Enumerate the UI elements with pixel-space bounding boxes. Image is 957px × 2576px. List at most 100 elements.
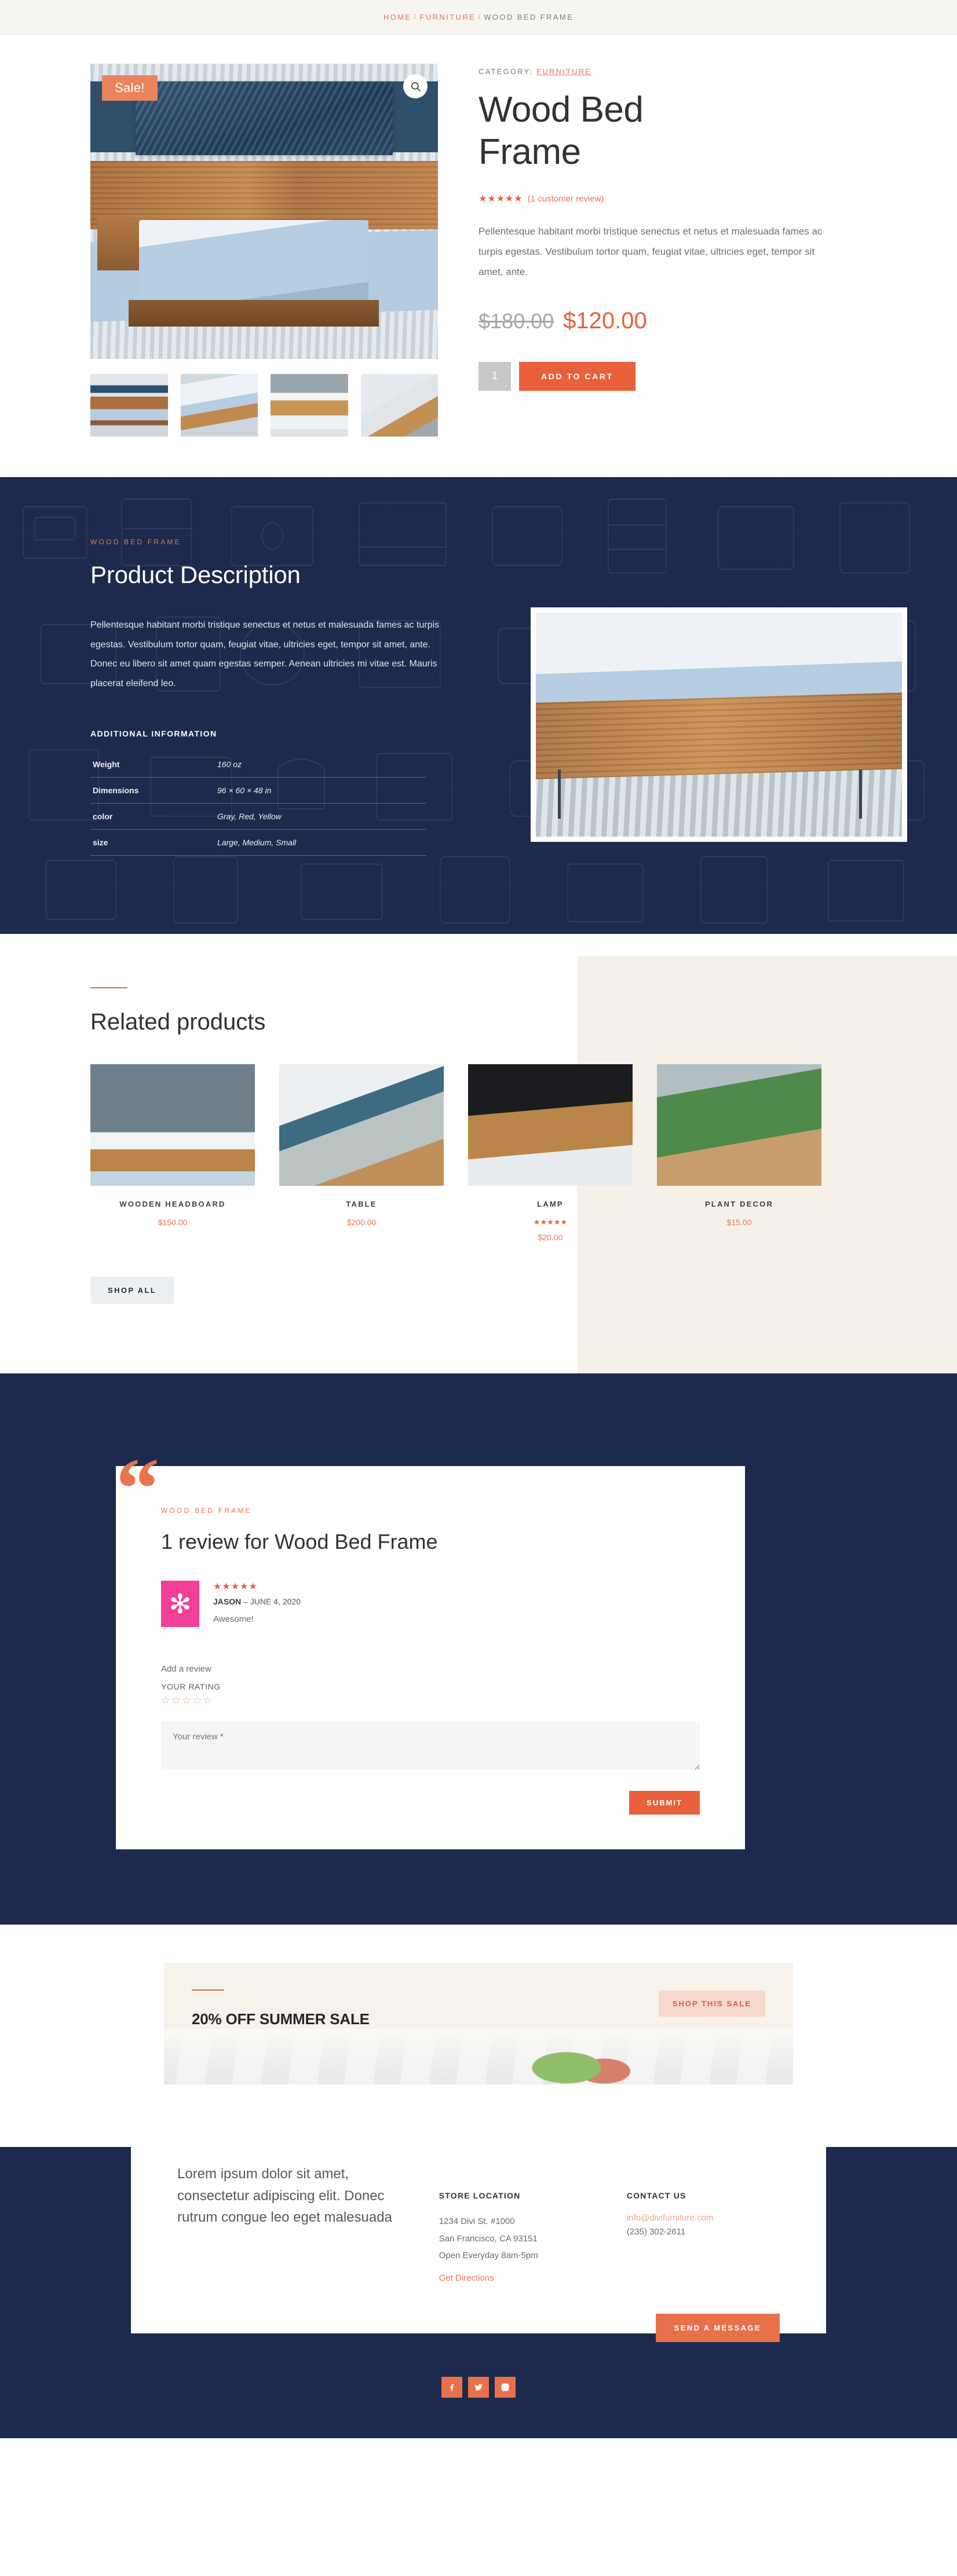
reviews-section: “ WOOD BED FRAME 1 review for Wood Bed F…	[0, 1373, 957, 1925]
table-row: color Gray, Red, Yellow	[90, 803, 426, 830]
breadcrumb-bar: HOME / FURNITURE / WOOD BED FRAME	[0, 0, 957, 35]
social-links-bar	[0, 2342, 957, 2439]
breadcrumb-home[interactable]: HOME	[383, 13, 412, 21]
list-item: ✻ ★★★★★ JASON – JUNE 4, 2020 Awesome!	[161, 1581, 700, 1628]
banner-rule	[192, 1989, 224, 1991]
breadcrumb-separator-1: /	[414, 13, 418, 21]
footer-card: Lorem ipsum dolor sit amet, consectetur …	[131, 2119, 826, 2334]
contact-us-heading: CONTACT US	[626, 2191, 686, 2201]
review-author: JASON	[213, 1597, 242, 1607]
product-gallery: Sale!	[90, 64, 438, 437]
price-sale: $120.00	[563, 307, 647, 334]
product-thumbnail[interactable]	[468, 1064, 633, 1186]
product-name: LAMP	[537, 1200, 564, 1209]
reviews-eyebrow: WOOD BED FRAME	[161, 1507, 252, 1515]
description-eyebrow: WOOD BED FRAME	[90, 538, 181, 546]
send-a-message-button[interactable]: SEND A MESSAGE	[655, 2314, 780, 2343]
bed-base-shape	[129, 300, 379, 327]
category-value[interactable]: FURNITURE	[536, 67, 591, 76]
product-price: $20.00	[538, 1233, 563, 1243]
thumbnail-2[interactable]	[180, 374, 258, 437]
product-thumbnail[interactable]	[657, 1064, 821, 1186]
product-price: $200.00	[346, 1218, 377, 1227]
magnifier-icon[interactable]	[403, 74, 428, 98]
list-item[interactable]: LAMP ★★★★★ $20.00	[468, 1064, 633, 1242]
product-thumbnail[interactable]	[90, 1064, 255, 1186]
bed-shape	[139, 220, 368, 312]
shop-all-button[interactable]: SHOP ALL	[90, 1277, 174, 1305]
list-item[interactable]: WOODEN HEADBOARD $150.00	[90, 1064, 255, 1242]
rating-star-picker[interactable]: ☆☆☆☆☆	[161, 1695, 700, 1706]
footer: Lorem ipsum dolor sit amet, consectetur …	[0, 2119, 957, 2439]
summer-sale-banner: 20% OFF SUMMER SALE SHOP THIS SALE	[164, 1963, 793, 2085]
product-short-description: Pellentesque habitant morbi tristique se…	[478, 226, 823, 277]
thumbnail-3[interactable]	[271, 374, 348, 437]
store-hours: Open Everyday 8am-5pm	[439, 2250, 538, 2260]
category-label: CATEGORY:	[478, 67, 534, 76]
breadcrumb-current: WOOD BED FRAME	[484, 13, 574, 21]
add-review-label: Add a review	[161, 1664, 211, 1674]
review-meta: JASON – JUNE 4, 2020	[213, 1597, 301, 1606]
review-date: – JUNE 4, 2020	[243, 1597, 301, 1607]
product-main-image[interactable]: Sale!	[90, 64, 438, 359]
instagram-icon[interactable]	[495, 2377, 516, 2398]
table-row: size Large, Medium, Small	[90, 829, 426, 856]
customer-review-link[interactable]: (1 customer review)	[528, 194, 604, 204]
thumbnail-strip	[90, 374, 438, 437]
twitter-icon[interactable]	[468, 2377, 489, 2398]
product-price: $150.00	[158, 1218, 188, 1227]
product-name: TABLE	[346, 1200, 377, 1209]
breadcrumb: HOME / FURNITURE / WOOD BED FRAME	[383, 13, 574, 21]
product-hero: Sale! CATEGORY: FURNITURE Wood Bed Frame…	[0, 35, 957, 477]
thumbnail-4[interactable]	[360, 374, 438, 437]
attribute-key: size	[90, 829, 215, 856]
contact-phone: (235) 302-2611	[626, 2227, 686, 2237]
footer-contact-column: CONTACT US info@divifurniture.com (235) …	[627, 2163, 780, 2284]
product-rating: ★★★★★ (1 customer review)	[478, 193, 867, 204]
quantity-input[interactable]	[478, 361, 511, 391]
product-name: WOODEN HEADBOARD	[119, 1200, 226, 1209]
thumbnail-1[interactable]	[90, 374, 168, 437]
contact-email-link[interactable]: info@divifurniture.com	[627, 2213, 713, 2223]
attribute-value: 96 × 60 × 48 in	[215, 777, 426, 804]
attribute-value: Large, Medium, Small	[215, 829, 426, 856]
attribute-value: 160 oz	[215, 751, 426, 778]
list-item[interactable]: TABLE $200.00	[279, 1064, 444, 1242]
attribute-value: Gray, Red, Yellow	[215, 803, 426, 830]
additional-information-heading: ADDITIONAL INFORMATION	[90, 729, 217, 739]
product-description-section: WOOD BED FRAME Product Description Pelle…	[0, 477, 957, 935]
list-item[interactable]: PLANT DECOR $15.00	[657, 1064, 821, 1242]
star-rating-icon: ★★★★★	[533, 1218, 568, 1227]
sale-banner-section: 20% OFF SUMMER SALE SHOP THIS SALE	[0, 1925, 957, 2120]
sale-badge: Sale!	[102, 75, 158, 101]
attribute-key: Dimensions	[90, 777, 215, 804]
get-directions-link[interactable]: Get Directions	[439, 2273, 494, 2283]
breadcrumb-category[interactable]: FURNITURE	[419, 13, 476, 21]
shop-this-sale-button[interactable]: SHOP THIS SALE	[658, 1991, 765, 2017]
price-row: $180.00 $120.00	[478, 308, 867, 334]
avatar: ✻	[161, 1581, 199, 1628]
footer-blurb: Lorem ipsum dolor sit amet, consectetur …	[177, 2166, 392, 2225]
your-rating-label: YOUR RATING	[161, 1682, 221, 1692]
price-original: $180.00	[478, 309, 554, 333]
product-price: $15.00	[726, 1218, 752, 1227]
description-photo	[531, 607, 907, 842]
store-address-line-1: 1234 Divi St. #1000	[439, 2216, 515, 2227]
store-location-heading: STORE LOCATION	[439, 2191, 521, 2201]
reviews-heading: 1 review for Wood Bed Frame	[161, 1530, 438, 1554]
add-to-cart-button[interactable]: ADD TO CART	[519, 361, 635, 391]
submit-button[interactable]: SUBMIT	[629, 1791, 700, 1815]
quote-mark-icon: “	[116, 1441, 159, 1537]
product-thumbnail[interactable]	[279, 1064, 444, 1186]
product-summary: CATEGORY: FURNITURE Wood Bed Frame ★★★★★…	[478, 64, 867, 437]
related-products-heading: Related products	[90, 1009, 266, 1035]
star-rating-icon: ★★★★★	[478, 194, 523, 204]
product-category-line: CATEGORY: FURNITURE	[478, 67, 867, 76]
sale-banner-title: 20% OFF SUMMER SALE	[192, 2010, 370, 2028]
table-row: Dimensions 96 × 60 × 48 in	[90, 777, 426, 804]
product-name: PLANT DECOR	[704, 1200, 774, 1209]
facebook-icon[interactable]	[441, 2377, 462, 2398]
review-textarea[interactable]	[161, 1721, 700, 1771]
breadcrumb-separator-2: /	[478, 13, 482, 21]
attribute-key: color	[90, 803, 215, 830]
